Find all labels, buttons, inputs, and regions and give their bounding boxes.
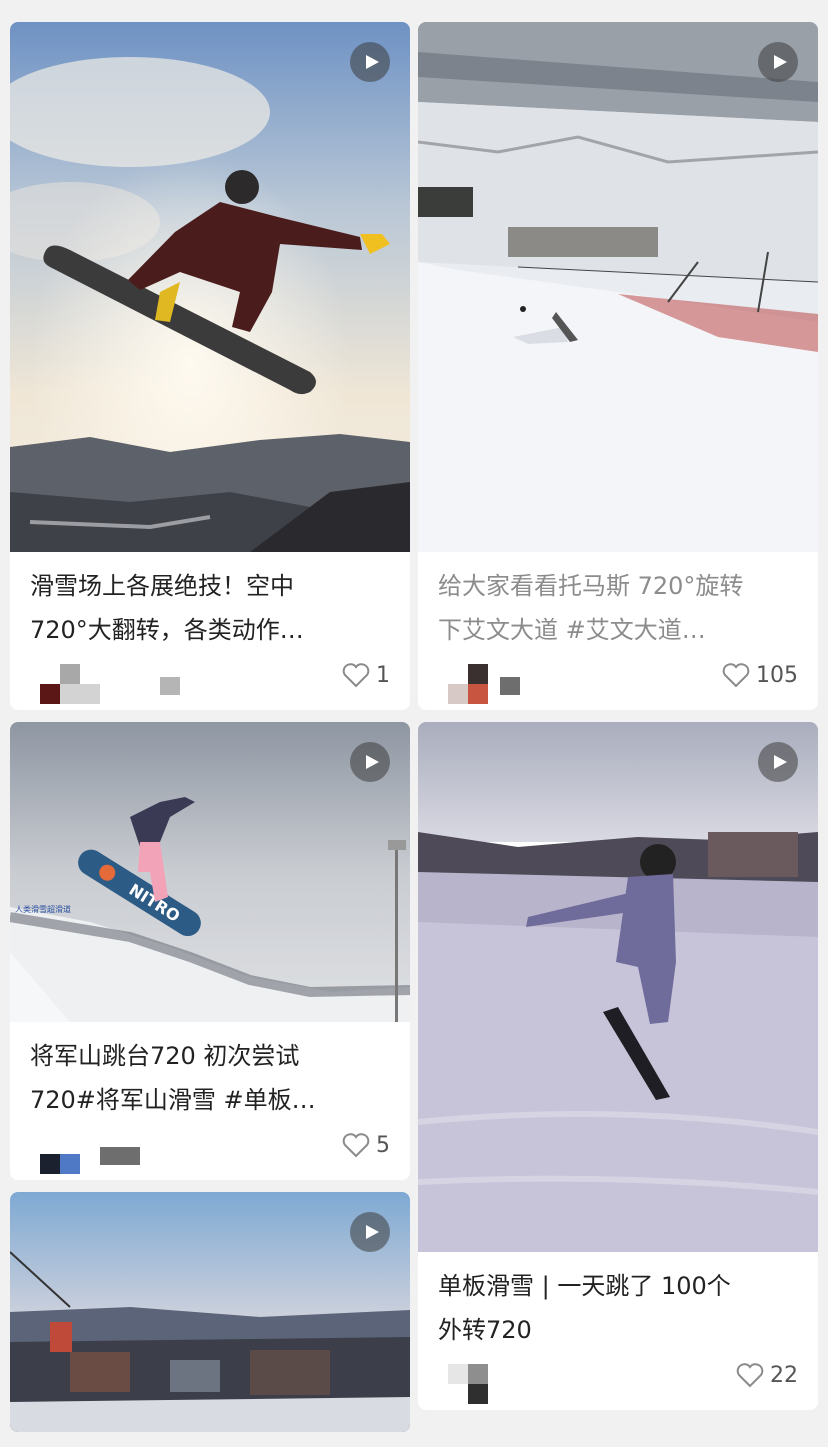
svg-text:人类滑雪超滑道: 人类滑雪超滑道 bbox=[15, 904, 71, 914]
card-title[interactable]: 单板滑雪 | 一天跳了 100个 外转720 bbox=[418, 1252, 818, 1352]
heart-icon bbox=[342, 663, 370, 688]
like-button[interactable]: 1 bbox=[342, 662, 390, 688]
video-thumbnail[interactable] bbox=[418, 722, 818, 1252]
card-meta: 22 bbox=[418, 1352, 818, 1410]
avatar[interactable] bbox=[40, 1134, 80, 1174]
play-icon[interactable] bbox=[350, 742, 390, 782]
avatar[interactable] bbox=[448, 1364, 488, 1404]
video-card[interactable]: 滑雪场上各展绝技！空中 720°大翻转，各类动作… 1 bbox=[10, 22, 410, 710]
like-count: 22 bbox=[770, 1362, 798, 1388]
video-thumbnail[interactable] bbox=[10, 1192, 410, 1432]
like-button[interactable]: 5 bbox=[342, 1132, 390, 1158]
like-count: 105 bbox=[756, 662, 798, 688]
card-title[interactable]: 给大家看看托马斯 720°旋转 下艾文大道 #艾文大道… bbox=[418, 552, 818, 652]
avatar[interactable] bbox=[40, 664, 100, 704]
video-thumbnail[interactable] bbox=[418, 22, 818, 552]
card-meta: 1 bbox=[10, 652, 410, 710]
card-meta: 105 bbox=[418, 652, 818, 710]
play-icon[interactable] bbox=[350, 1212, 390, 1252]
avatar[interactable] bbox=[448, 664, 488, 704]
snowboarder-riding-image bbox=[418, 722, 818, 1252]
video-card[interactable]: 人类滑雪超滑道 NITRO 将军山跳台720 初次尝试 720#将军山滑雪 #单… bbox=[10, 722, 410, 1180]
video-thumbnail[interactable]: 人类滑雪超滑道 NITRO bbox=[10, 722, 410, 1022]
title-line: 滑雪场上各展绝技！空中 bbox=[30, 572, 294, 600]
video-card[interactable]: 给大家看看托马斯 720°旋转 下艾文大道 #艾文大道… 105 bbox=[418, 22, 818, 710]
feed-column-right: 给大家看看托马斯 720°旋转 下艾文大道 #艾文大道… 105 单板滑雪 | … bbox=[418, 22, 818, 1422]
title-line: 给大家看看托马斯 720°旋转 bbox=[438, 572, 744, 600]
video-card[interactable]: 单板滑雪 | 一天跳了 100个 外转720 22 bbox=[418, 722, 818, 1410]
ski-slope-aerial-image bbox=[418, 22, 818, 552]
video-card[interactable] bbox=[10, 1192, 410, 1432]
username-placeholder[interactable] bbox=[100, 1147, 140, 1165]
card-meta: 5 bbox=[10, 1122, 410, 1180]
video-thumbnail[interactable] bbox=[10, 22, 410, 552]
play-icon[interactable] bbox=[758, 742, 798, 782]
like-count: 1 bbox=[376, 662, 390, 688]
title-line: 720#将军山滑雪 #单板… bbox=[30, 1086, 316, 1114]
like-button[interactable]: 22 bbox=[736, 1362, 798, 1388]
card-title[interactable]: 将军山跳台720 初次尝试 720#将军山滑雪 #单板… bbox=[10, 1022, 410, 1122]
snowboard-jump-sunset-image bbox=[10, 22, 410, 552]
title-line: 720°大翻转，各类动作… bbox=[30, 616, 304, 644]
card-title[interactable]: 滑雪场上各展绝技！空中 720°大翻转，各类动作… bbox=[10, 552, 410, 652]
like-button[interactable]: 105 bbox=[722, 662, 798, 688]
play-icon[interactable] bbox=[758, 42, 798, 82]
heart-icon bbox=[736, 1363, 764, 1388]
feed-column-left: 滑雪场上各展绝技！空中 720°大翻转，各类动作… 1 人类滑雪超滑道 NITR… bbox=[10, 22, 410, 1444]
heart-icon bbox=[342, 1133, 370, 1158]
heart-icon bbox=[722, 663, 750, 688]
title-line: 将军山跳台720 初次尝试 bbox=[30, 1042, 300, 1070]
title-line: 外转720 bbox=[438, 1316, 532, 1344]
title-line: 单板滑雪 | 一天跳了 100个 bbox=[438, 1272, 731, 1300]
username-placeholder[interactable] bbox=[160, 677, 180, 695]
title-line: 下艾文大道 #艾文大道… bbox=[438, 616, 706, 644]
username-placeholder[interactable] bbox=[500, 677, 520, 695]
play-icon[interactable] bbox=[350, 42, 390, 82]
like-count: 5 bbox=[376, 1132, 390, 1158]
